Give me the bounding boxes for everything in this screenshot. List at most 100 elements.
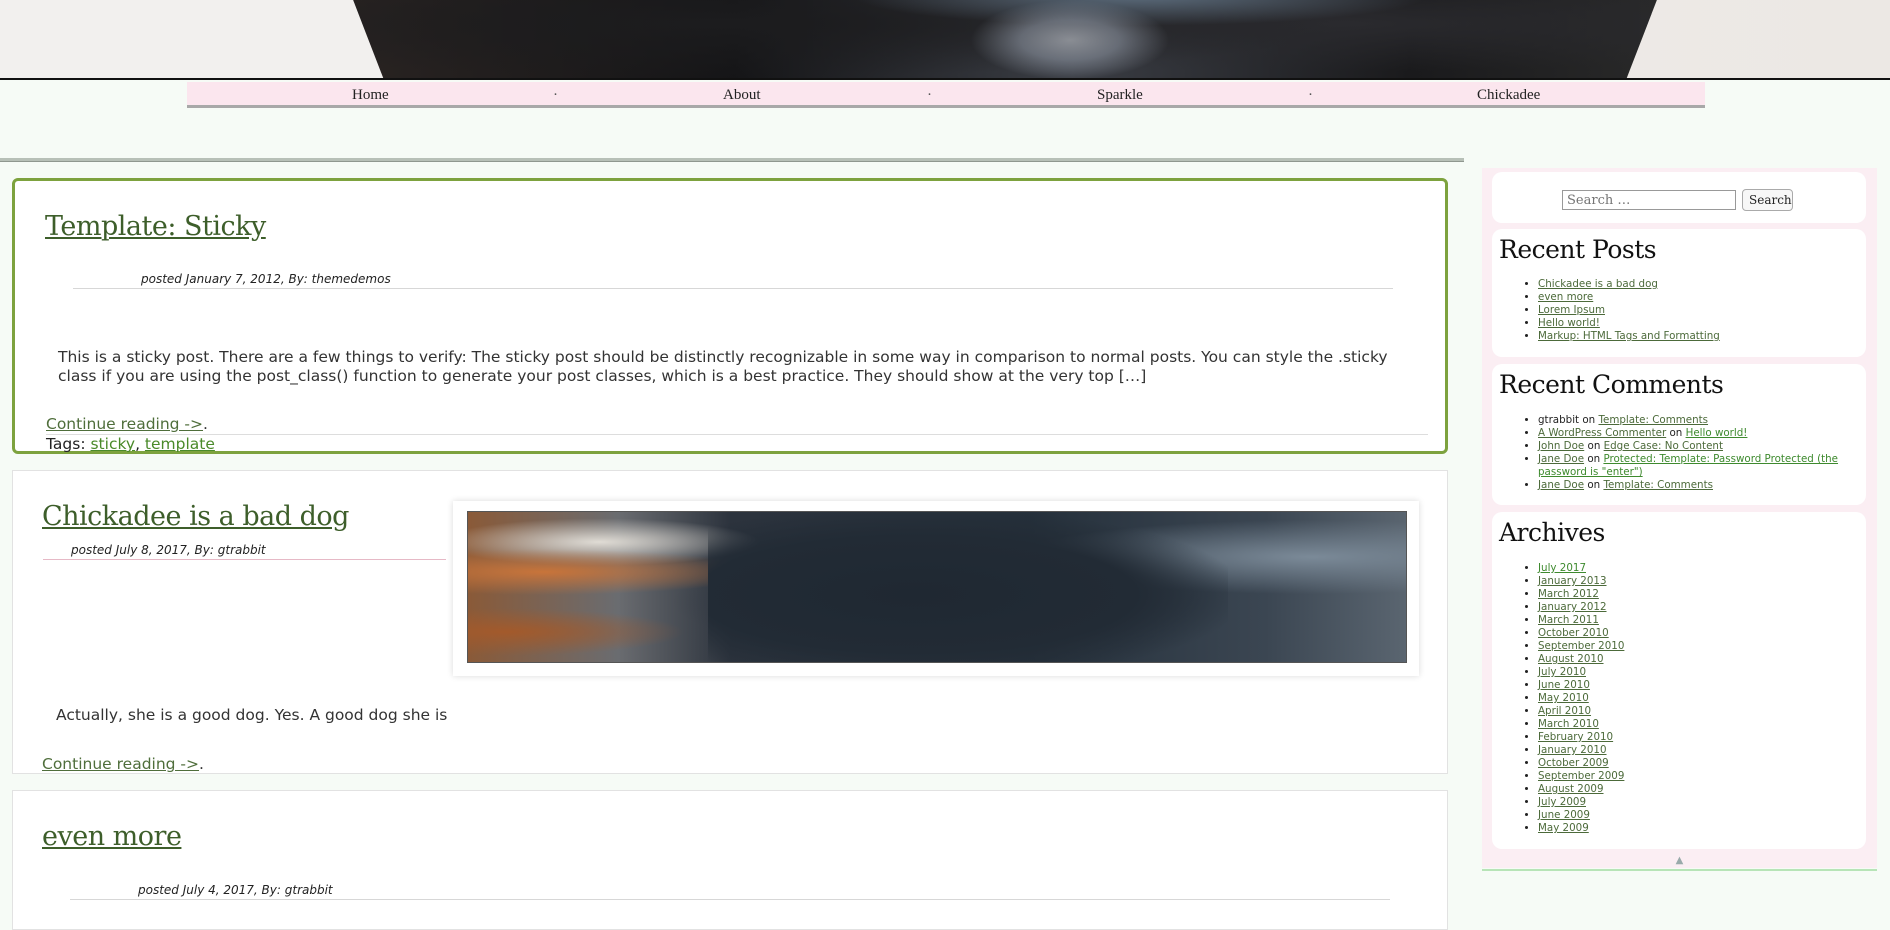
comment-author-link[interactable]: A WordPress Commenter [1538,427,1666,439]
archive-link[interactable]: March 2010 [1538,718,1599,730]
archive-link[interactable]: July 2017 [1538,562,1586,574]
list-item: March 2012 [1538,588,1624,601]
recent-posts-list: Chickadee is a bad dog even more Lorem I… [1492,278,1720,343]
list-item: May 2009 [1538,822,1624,835]
recent-post-link[interactable]: even more [1538,291,1593,303]
list-item: A WordPress Commenter on Hello world! [1538,427,1858,440]
list-item: July 2009 [1538,796,1624,809]
post-title-link[interactable]: Chickadee is a bad dog [42,501,349,532]
post-meta: posted July 4, 2017, By: gtrabbit [70,883,1390,900]
recent-post-link[interactable]: Chickadee is a bad dog [1538,278,1658,290]
list-item: John Doe on Edge Case: No Content [1538,440,1858,453]
archive-link[interactable]: March 2011 [1538,614,1599,626]
widget-title: Archives [1499,518,1605,547]
post-title-link[interactable]: even more [42,821,182,852]
search-input[interactable] [1562,190,1736,210]
tag-link-sticky[interactable]: sticky [90,435,135,453]
list-item: June 2010 [1538,679,1624,692]
tag-link-template[interactable]: template [145,435,215,453]
archive-link[interactable]: October 2010 [1538,627,1609,639]
scroll-up-icon[interactable]: ▲ [1676,855,1684,866]
list-item: September 2009 [1538,770,1624,783]
list-item: gtrabbit on Template: Comments [1538,414,1858,427]
archive-link[interactable]: September 2009 [1538,770,1624,782]
main-navigation: Home · About · Sparkle · Chickadee [187,82,1705,108]
comment-author: gtrabbit [1538,414,1580,426]
list-item: Hello world! [1538,317,1720,330]
search-widget: Search [1492,172,1866,223]
list-item: August 2010 [1538,653,1624,666]
post-tags: Tags: sticky, template [46,435,215,453]
list-item: January 2010 [1538,744,1624,757]
continue-reading-link[interactable]: Continue reading -> [46,415,203,433]
comment-author-link[interactable]: John Doe [1538,440,1584,452]
comment-post-link[interactable]: Template: Comments [1603,479,1713,491]
search-button[interactable]: Search [1742,189,1793,211]
comment-author-link[interactable]: Jane Doe [1538,479,1584,491]
list-item: October 2009 [1538,757,1624,770]
recent-comments-list: gtrabbit on Template: Comments A WordPre… [1492,414,1858,492]
archives-widget: Archives July 2017 January 2013 March 20… [1492,512,1866,849]
archive-link[interactable]: May 2009 [1538,822,1589,834]
list-item: Markup: HTML Tags and Formatting [1538,330,1720,343]
widget-title: Recent Posts [1499,235,1657,264]
continue-reading: Continue reading ->. [46,415,1428,435]
comment-post-link[interactable]: Hello world! [1686,427,1748,439]
archives-list: July 2017 January 2013 March 2012 Januar… [1492,562,1624,835]
header-banner-image [0,0,1890,79]
list-item: Chickadee is a bad dog [1538,278,1720,291]
archive-link[interactable]: September 2010 [1538,640,1624,652]
list-item: July 2017 [1538,562,1624,575]
list-item: March 2010 [1538,718,1624,731]
list-item: Jane Doe on Protected: Template: Passwor… [1538,453,1858,479]
list-item: June 2009 [1538,809,1624,822]
nav-separator: · [927,87,932,103]
archive-link[interactable]: August 2009 [1538,783,1604,795]
archive-link[interactable]: January 2012 [1538,601,1607,613]
list-item: January 2013 [1538,575,1624,588]
archive-link[interactable]: January 2013 [1538,575,1607,587]
archive-link[interactable]: May 2010 [1538,692,1589,704]
nav-item-about[interactable]: About [723,87,761,104]
list-item: May 2010 [1538,692,1624,705]
list-item: July 2010 [1538,666,1624,679]
list-item: Lorem Ipsum [1538,304,1720,317]
archive-link[interactable]: August 2010 [1538,653,1604,665]
archive-link[interactable]: February 2010 [1538,731,1613,743]
recent-post-link[interactable]: Markup: HTML Tags and Formatting [1538,330,1720,342]
list-item: March 2011 [1538,614,1624,627]
list-item: April 2010 [1538,705,1624,718]
recent-comments-widget: Recent Comments gtrabbit on Template: Co… [1492,364,1866,505]
continue-reading: Continue reading ->. [42,755,204,773]
recent-post-link[interactable]: Lorem Ipsum [1538,304,1605,316]
nav-item-chickadee[interactable]: Chickadee [1477,87,1540,104]
archive-link[interactable]: July 2009 [1538,796,1586,808]
archive-link[interactable]: June 2009 [1538,809,1590,821]
content-divider [0,158,1464,162]
recent-post-link[interactable]: Hello world! [1538,317,1600,329]
featured-dog-photo[interactable] [467,511,1407,663]
list-item: August 2009 [1538,783,1624,796]
archive-link[interactable]: April 2010 [1538,705,1591,717]
archive-link[interactable]: October 2009 [1538,757,1609,769]
archive-link[interactable]: March 2012 [1538,588,1599,600]
archive-link[interactable]: January 2010 [1538,744,1607,756]
comment-post-link[interactable]: Edge Case: No Content [1604,440,1723,452]
post-excerpt: This is a sticky post. There are a few t… [58,348,1388,385]
post-excerpt: Actually, she is a good dog. Yes. A good… [56,706,448,724]
archive-link[interactable]: June 2010 [1538,679,1590,691]
list-item: January 2012 [1538,601,1624,614]
header-dog-photo [330,0,1680,79]
post-featured-image-frame [453,501,1419,676]
post-title-link[interactable]: Template: Sticky [45,211,266,242]
list-item: September 2010 [1538,640,1624,653]
comment-author-link[interactable]: Jane Doe [1538,453,1584,465]
archive-link[interactable]: July 2010 [1538,666,1586,678]
continue-reading-link[interactable]: Continue reading -> [42,755,199,773]
nav-separator: · [1308,87,1313,103]
nav-item-home[interactable]: Home [352,87,389,104]
comment-post-link[interactable]: Template: Comments [1598,414,1708,426]
list-item: Jane Doe on Template: Comments [1538,479,1858,492]
list-item: October 2010 [1538,627,1624,640]
nav-item-sparkle[interactable]: Sparkle [1097,87,1143,104]
